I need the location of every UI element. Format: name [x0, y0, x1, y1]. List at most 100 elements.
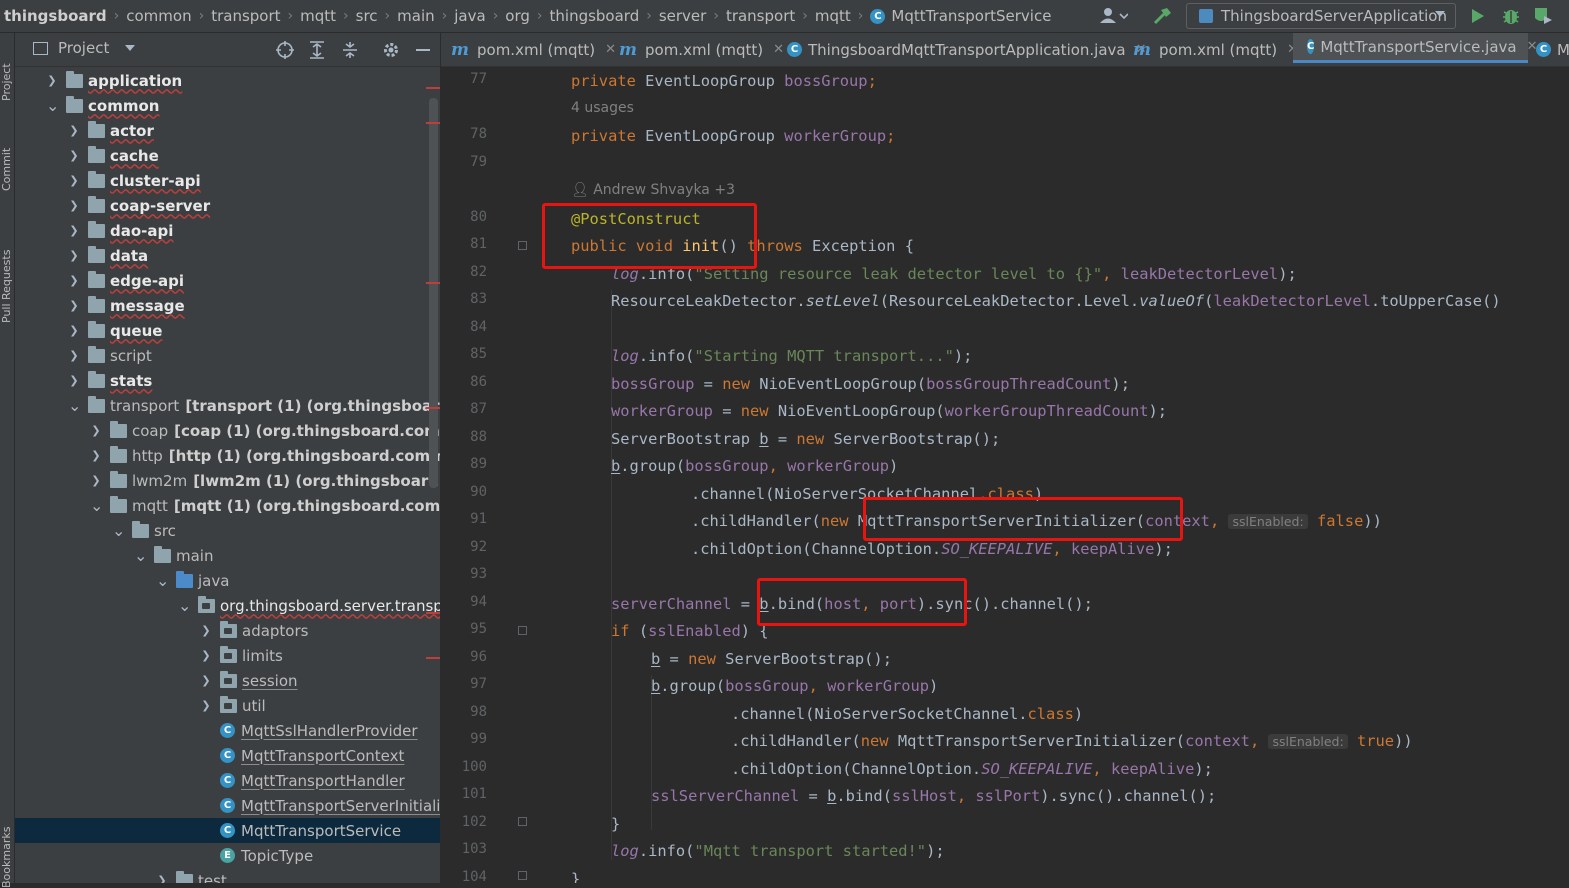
build-hammer-icon[interactable] [1152, 0, 1174, 32]
tree-node[interactable]: ❯ stats [15, 368, 440, 393]
code-line-104[interactable]: } [571, 867, 580, 883]
chevron-right-icon[interactable]: ❯ [200, 674, 212, 687]
code-line-96[interactable]: b = new ServerBootstrap(); [651, 647, 892, 671]
tree-node[interactable]: ❯ lwm2m [lwm2m (1) (org.thingsboard.comm [15, 468, 440, 493]
chevron-right-icon[interactable]: ❯ [68, 174, 80, 187]
line-number[interactable]: 90 [453, 484, 487, 500]
code-line-101[interactable]: sslServerChannel = b.bind(sslHost, sslPo… [651, 784, 1216, 808]
breadcrumb-item[interactable]: java [454, 7, 485, 25]
chevron-right-icon[interactable]: ❯ [90, 474, 102, 487]
code-line-98[interactable]: .channel(NioServerSocketChannel.class) [731, 702, 1083, 726]
line-number[interactable]: 100 [453, 759, 487, 775]
line-number[interactable]: 81 [453, 236, 487, 252]
tree-node[interactable]: ❯ http [http (1) (org.thingsboard.common.t… [15, 443, 440, 468]
tree-node[interactable]: C MqttTransportService [15, 818, 440, 843]
line-number[interactable]: 78 [453, 126, 487, 142]
tree-node[interactable]: ⌄ java [15, 568, 440, 593]
tree-node[interactable]: ❯ actor [15, 118, 440, 143]
debug-bug-icon[interactable] [1501, 0, 1521, 32]
line-number[interactable]: 99 [453, 731, 487, 747]
tree-node[interactable]: ❯ application [15, 68, 440, 93]
fold-marker-icon[interactable] [518, 241, 527, 250]
run-with-coverage-icon[interactable] [1532, 0, 1554, 32]
tool-window-project[interactable]: Project [0, 41, 14, 101]
code-line-88[interactable]: ServerBootstrap b = new ServerBootstrap(… [611, 427, 1000, 451]
line-number[interactable]: 80 [453, 209, 487, 225]
close-icon[interactable]: ✕ [773, 42, 784, 57]
chevron-right-icon[interactable]: ❯ [156, 874, 168, 883]
code-line-83[interactable]: ResourceLeakDetector.setLevel(ResourceLe… [611, 289, 1501, 313]
chevron-right-icon[interactable]: ❯ [68, 299, 80, 312]
line-number[interactable]: 85 [453, 346, 487, 362]
editor-tab[interactable]: mpom.xml (mqtt)✕ [1133, 33, 1298, 66]
tree-node[interactable]: ❯ limits [15, 643, 440, 668]
tree-node[interactable]: ⌄ mqtt [mqtt (1) (org.thingsboard.common.t… [15, 493, 440, 518]
editor-tab[interactable]: mpom.xml (mqtt)✕ [451, 33, 616, 66]
line-number[interactable]: 87 [453, 401, 487, 417]
chevron-right-icon[interactable]: ❯ [90, 424, 102, 437]
chevron-down-icon[interactable]: ⌄ [46, 97, 59, 113]
line-number[interactable]: 79 [453, 154, 487, 170]
close-icon[interactable]: ✕ [605, 42, 616, 57]
line-number[interactable]: 86 [453, 374, 487, 390]
breadcrumb-item[interactable]: org [505, 7, 530, 25]
breadcrumb-item[interactable]: server [659, 7, 706, 25]
code-line-102[interactable]: } [611, 812, 620, 836]
usages-hint[interactable]: 4 usages [571, 100, 634, 116]
tree-node[interactable]: ❯ test [15, 868, 440, 883]
tree-node[interactable]: ⌄ main [15, 543, 440, 568]
chevron-right-icon[interactable]: ❯ [200, 699, 212, 712]
tree-node[interactable]: ❯ session [15, 668, 440, 693]
fold-marker-icon[interactable] [518, 871, 527, 880]
code-line-89[interactable]: b.group(bossGroup, workerGroup) [611, 454, 898, 478]
chevron-right-icon[interactable]: ❯ [68, 149, 80, 162]
line-number[interactable]: 92 [453, 539, 487, 555]
line-number[interactable]: 97 [453, 676, 487, 692]
line-number[interactable]: 103 [453, 841, 487, 857]
line-number[interactable]: 95 [453, 621, 487, 637]
code-line-85[interactable]: log.info("Starting MQTT transport..."); [611, 344, 972, 368]
line-number[interactable]: 82 [453, 264, 487, 280]
breadcrumb-item[interactable]: mqtt [300, 7, 336, 25]
tool-window-bookmarks[interactable]: Bookmarks [0, 827, 14, 888]
collapse-all-icon[interactable] [342, 41, 358, 63]
tree-node[interactable]: ❯ coap-server [15, 193, 440, 218]
code-line-77[interactable]: private EventLoopGroup bossGroup; [571, 69, 877, 93]
line-number[interactable]: 104 [453, 869, 487, 883]
tree-node[interactable]: E TopicType [15, 843, 440, 868]
tree-node[interactable]: ❯ data [15, 243, 440, 268]
chevron-right-icon[interactable]: ❯ [200, 649, 212, 662]
run-icon[interactable] [1470, 0, 1486, 32]
tree-node[interactable]: C MqttTransportServerInitialize [15, 793, 440, 818]
code-line-86[interactable]: bossGroup = new NioEventLoopGroup(bossGr… [611, 372, 1130, 396]
gear-icon[interactable] [382, 41, 400, 63]
breadcrumb-current[interactable]: MqttTransportService [891, 7, 1051, 25]
code-line-95[interactable]: if (sslEnabled) { [611, 619, 769, 643]
tree-node[interactable]: C MqttTransportHandler [15, 768, 440, 793]
code-line-78[interactable]: private EventLoopGroup workerGroup; [571, 124, 895, 148]
tree-node[interactable]: ⌄ src [15, 518, 440, 543]
hide-panel-icon[interactable] [416, 49, 430, 51]
chevron-right-icon[interactable]: ❯ [68, 124, 80, 137]
chevron-right-icon[interactable]: ❯ [46, 74, 58, 87]
editor-tab[interactable]: C ThingsboardMqttTransportApplication.jav… [787, 33, 1147, 66]
code-line-103[interactable]: log.info("Mqtt transport started!"); [611, 839, 945, 863]
tree-node[interactable]: ❯ queue [15, 318, 440, 343]
line-number[interactable]: 91 [453, 511, 487, 527]
tree-node[interactable]: ❯ dao-api [15, 218, 440, 243]
tree-node[interactable]: C MqttSslHandlerProvider [15, 718, 440, 743]
breadcrumb-item[interactable]: mqtt [815, 7, 851, 25]
line-number[interactable]: 94 [453, 594, 487, 610]
tree-node[interactable]: ❯ util [15, 693, 440, 718]
project-view-selector[interactable]: Project [33, 39, 136, 57]
breadcrumb-item[interactable]: transport [726, 7, 795, 25]
tree-node[interactable]: ❯ script [15, 343, 440, 368]
chevron-down-icon[interactable]: ⌄ [156, 572, 169, 588]
tree-node[interactable]: ⌄ common [15, 93, 440, 118]
chevron-down-icon[interactable]: ⌄ [134, 547, 147, 563]
breadcrumb-item[interactable]: common [126, 7, 191, 25]
tree-node[interactable]: ❯ cache [15, 143, 440, 168]
code-line-99[interactable]: .childHandler(new MqttTransportServerIni… [731, 729, 1413, 753]
chevron-right-icon[interactable]: ❯ [68, 349, 80, 362]
tree-node[interactable]: ⌄ org.thingsboard.server.transport [15, 593, 440, 618]
